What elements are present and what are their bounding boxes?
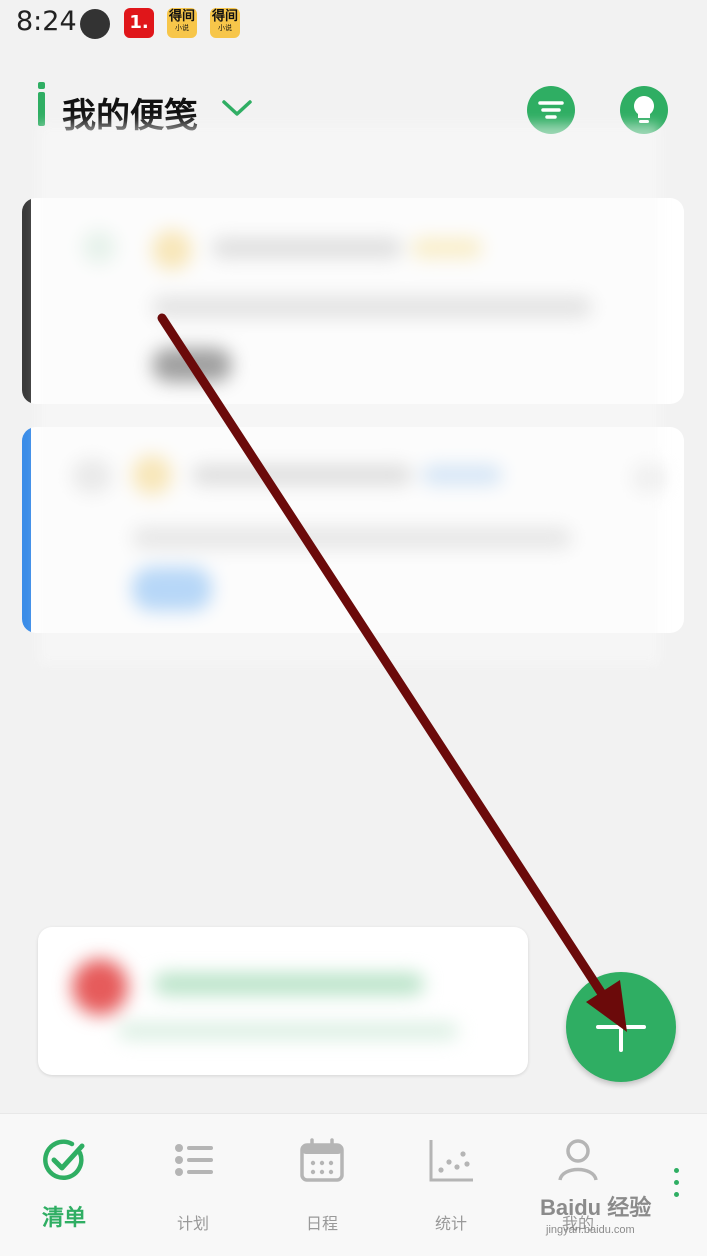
note-priority-bar [22,427,31,633]
list-icon [175,1144,213,1176]
status-dot-icon [80,9,110,39]
status-time: 8:24 [16,6,77,37]
tab-checklist[interactable]: 清单 [14,1114,114,1256]
watermark: Baidu 经验 jingyan.baidu.com [540,1190,680,1238]
note-priority-bar [22,198,31,404]
app-logo-mark [38,82,45,126]
status-bar: 8:24 1. 得间 小说 得间 小说 [0,0,707,48]
notification-app-icon: 1. [124,8,154,38]
tab-plan[interactable]: 计划 [143,1114,243,1256]
person-icon [558,1139,598,1181]
tab-label: 统计 [434,1214,467,1233]
scatter-chart-icon [429,1140,473,1182]
tab-label: 日程 [305,1214,338,1233]
tab-label: 清单 [41,1206,86,1231]
tab-label: 计划 [176,1214,209,1233]
frost-overlay [38,124,660,664]
check-circle-icon [43,1139,85,1181]
blurred-reminder-content [58,937,518,1067]
notification-app-icon: 得间 小说 [167,8,197,38]
tab-schedule[interactable]: 日程 [272,1114,372,1256]
notification-app-icon: 得间 小说 [210,8,240,38]
reminder-card[interactable] [38,927,528,1075]
watermark-main: Baidu 经验 [540,1195,652,1220]
calendar-icon [300,1138,344,1182]
plus-icon [596,1002,646,1052]
add-note-button[interactable] [566,972,676,1082]
watermark-sub: jingyan.baidu.com [546,1224,635,1236]
tab-statistics[interactable]: 统计 [401,1114,501,1256]
chevron-down-icon[interactable] [220,96,254,120]
